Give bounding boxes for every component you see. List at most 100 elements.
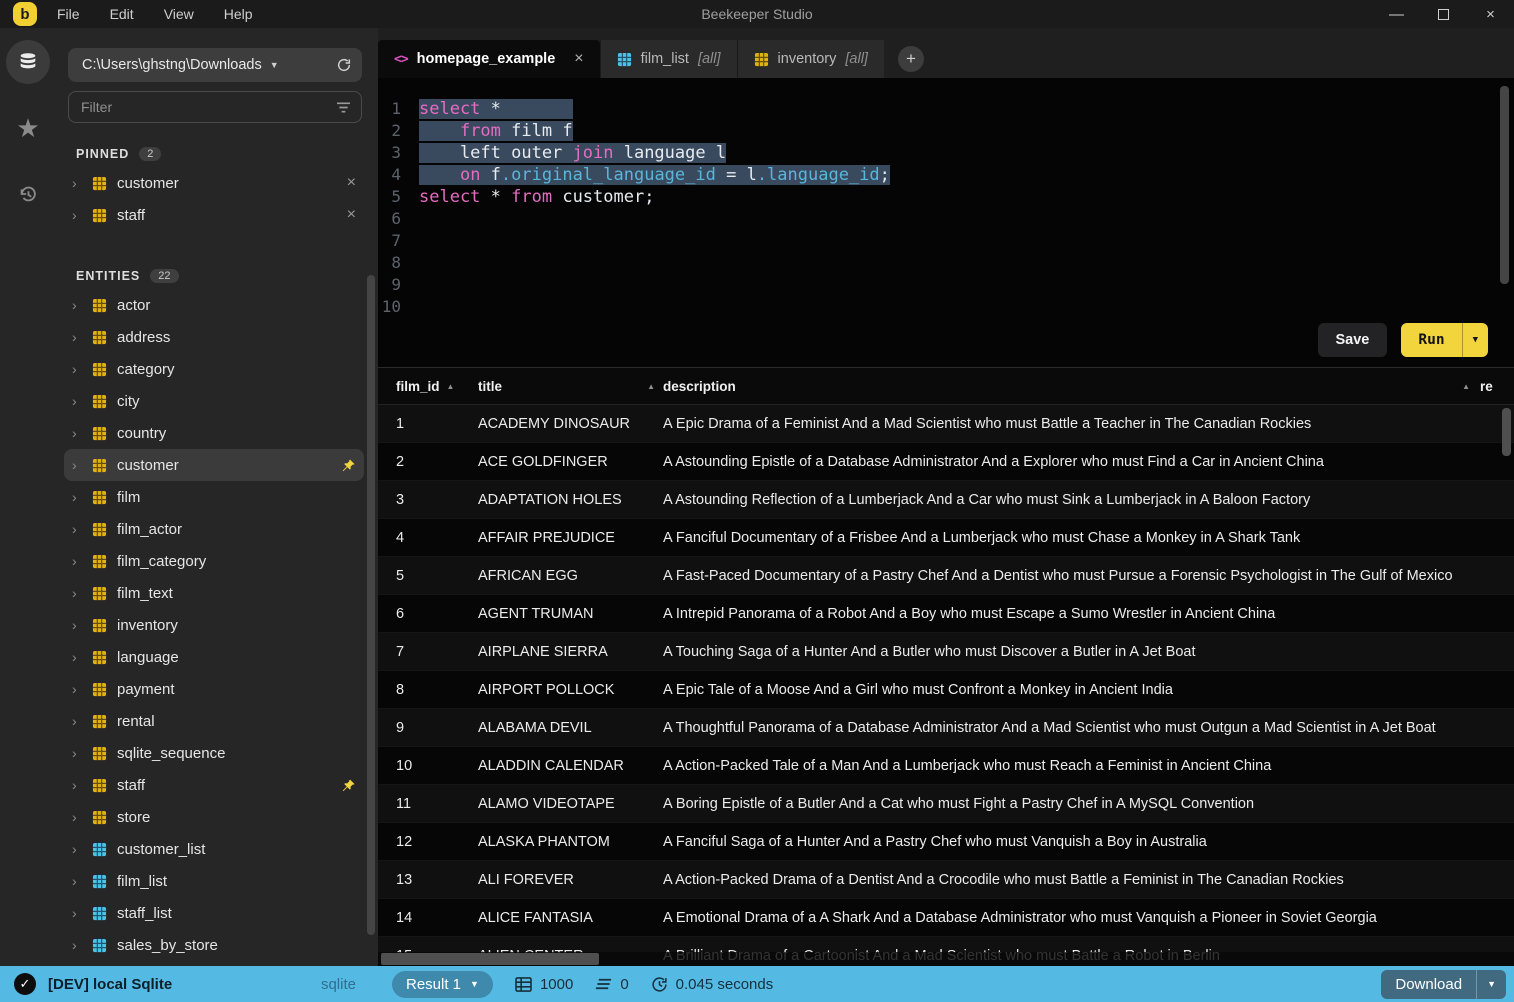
entity-item-country[interactable]: › country [64, 417, 364, 449]
entity-item-staff[interactable]: › staff [64, 769, 364, 801]
table-row[interactable]: 10 ALADDIN CALENDAR A Action-Packed Tale o… [378, 747, 1514, 785]
sort-asc-icon[interactable]: ▲ [447, 382, 455, 391]
pin-icon[interactable] [341, 458, 356, 473]
history-tab-button[interactable] [6, 172, 50, 216]
tab-close-icon[interactable]: × [574, 50, 583, 68]
expand-chevron-icon[interactable]: › [72, 809, 82, 825]
column-header-description[interactable]: description ▲ [663, 379, 1480, 394]
entity-item-customer[interactable]: › customer [64, 449, 364, 481]
entity-item-language[interactable]: › language [64, 641, 364, 673]
cell-title[interactable]: ACE GOLDFINGER [478, 454, 663, 470]
pinned-item-customer[interactable]: › customer × [64, 167, 364, 199]
expand-chevron-icon[interactable]: › [72, 873, 82, 889]
table-row[interactable]: 5 AFRICAN EGG A Fast-Paced Documentary of … [378, 557, 1514, 595]
cell-title[interactable]: ALABAMA DEVIL [478, 720, 663, 736]
cell-film-id[interactable]: 9 [378, 720, 478, 736]
download-options-caret-icon[interactable]: ▼ [1477, 970, 1506, 999]
menu-help[interactable]: Help [224, 6, 253, 22]
pin-icon[interactable] [341, 778, 356, 793]
table-row[interactable]: 3 ADAPTATION HOLES A Astounding Reflection… [378, 481, 1514, 519]
entity-item-category[interactable]: › category [64, 353, 364, 385]
table-row[interactable]: 1 ACADEMY DINOSAUR A Epic Drama of a Femin… [378, 405, 1514, 443]
cell-film-id[interactable]: 7 [378, 644, 478, 660]
table-row[interactable]: 6 AGENT TRUMAN A Intrepid Panorama of a Ro… [378, 595, 1514, 633]
cell-title[interactable]: ALI FOREVER [478, 872, 663, 888]
expand-chevron-icon[interactable]: › [72, 777, 82, 793]
expand-chevron-icon[interactable]: › [72, 521, 82, 537]
cell-film-id[interactable]: 8 [378, 682, 478, 698]
sort-asc-icon[interactable]: ▲ [1462, 382, 1470, 391]
sql-editor[interactable]: 1 2 3 4 5 6 7 8 9 10 select * from film f left ou… [378, 78, 1514, 368]
cell-title[interactable]: ALASKA PHANTOM [478, 834, 663, 850]
expand-chevron-icon[interactable]: › [72, 489, 82, 505]
table-row[interactable]: 8 AIRPORT POLLOCK A Epic Tale of a Moose A… [378, 671, 1514, 709]
entity-item-customer_list[interactable]: › customer_list [64, 833, 364, 865]
cell-title[interactable]: ALADDIN CALENDAR [478, 758, 663, 774]
cell-film-id[interactable]: 11 [378, 796, 478, 812]
maximize-icon[interactable] [1420, 0, 1467, 28]
entity-item-film_list[interactable]: › film_list [64, 865, 364, 897]
cell-description[interactable]: A Epic Tale of a Moose And a Girl who mu… [663, 682, 1480, 698]
favorites-tab-button[interactable]: ★ [6, 106, 50, 150]
column-header-overflow[interactable]: re [1480, 379, 1514, 394]
cell-description[interactable]: A Astounding Epistle of a Database Admin… [663, 454, 1480, 470]
table-row[interactable]: 9 ALABAMA DEVIL A Thoughtful Panorama of a… [378, 709, 1514, 747]
cell-film-id[interactable]: 10 [378, 758, 478, 774]
cell-film-id[interactable]: 4 [378, 530, 478, 546]
sort-asc-icon[interactable]: ▲ [647, 382, 655, 391]
connections-tab-button[interactable] [6, 40, 50, 84]
tab-inventory[interactable]: inventory [all] [736, 40, 884, 78]
table-row[interactable]: 4 AFFAIR PREJUDICE A Fanciful Documentary … [378, 519, 1514, 557]
results-vertical-scrollbar[interactable] [1502, 408, 1511, 456]
connection-dropdown[interactable]: C:\Users\ghstng\Downloads ▼ [68, 48, 362, 82]
cell-title[interactable]: ADAPTATION HOLES [478, 492, 663, 508]
entity-item-inventory[interactable]: › inventory [64, 609, 364, 641]
hscroll-thumb[interactable] [381, 953, 599, 965]
cell-title[interactable]: AGENT TRUMAN [478, 606, 663, 622]
expand-chevron-icon[interactable]: › [72, 329, 82, 345]
results-horizontal-scrollbar[interactable] [378, 952, 1514, 966]
result-selector[interactable]: Result 1 ▼ [392, 970, 493, 998]
expand-chevron-icon[interactable]: › [72, 617, 82, 633]
entity-item-staff_list[interactable]: › staff_list [64, 897, 364, 929]
expand-chevron-icon[interactable]: › [72, 585, 82, 601]
expand-chevron-icon[interactable]: › [72, 937, 82, 953]
cell-description[interactable]: A Fast-Paced Documentary of a Pastry Che… [663, 568, 1480, 584]
sidebar-scrollbar[interactable] [367, 275, 375, 935]
menu-file[interactable]: File [57, 6, 80, 22]
cell-description[interactable]: A Epic Drama of a Feminist And a Mad Sci… [663, 416, 1480, 432]
entity-item-rental[interactable]: › rental [64, 705, 364, 737]
cell-film-id[interactable]: 5 [378, 568, 478, 584]
expand-chevron-icon[interactable]: › [72, 681, 82, 697]
run-button[interactable]: Run ▼ [1401, 323, 1488, 357]
column-header-title[interactable]: title ▲ [478, 379, 663, 394]
entity-item-film_actor[interactable]: › film_actor [64, 513, 364, 545]
cell-description[interactable]: A Touching Saga of a Hunter And a Butler… [663, 644, 1480, 660]
minimize-icon[interactable]: — [1373, 0, 1420, 28]
expand-chevron-icon[interactable]: › [72, 457, 82, 473]
cell-title[interactable]: AFRICAN EGG [478, 568, 663, 584]
cell-film-id[interactable]: 2 [378, 454, 478, 470]
cell-title[interactable]: ACADEMY DINOSAUR [478, 416, 663, 432]
table-row[interactable]: 7 AIRPLANE SIERRA A Touching Saga of a Hun… [378, 633, 1514, 671]
expand-chevron-icon[interactable]: › [72, 649, 82, 665]
download-label[interactable]: Download [1381, 970, 1476, 999]
tab-film_list[interactable]: film_list [all] [599, 40, 737, 78]
table-row[interactable]: 12 ALASKA PHANTOM A Fanciful Saga of a Hun… [378, 823, 1514, 861]
refresh-button[interactable] [336, 57, 352, 73]
cell-description[interactable]: A Action-Packed Drama of a Dentist And a… [663, 872, 1480, 888]
expand-chevron-icon[interactable]: › [72, 713, 82, 729]
close-icon[interactable]: × [1467, 0, 1514, 28]
cell-film-id[interactable]: 6 [378, 606, 478, 622]
expand-chevron-icon[interactable]: › [72, 297, 82, 313]
download-button[interactable]: Download ▼ [1381, 969, 1506, 999]
table-row[interactable]: 14 ALICE FANTASIA A Emotional Drama of a A… [378, 899, 1514, 937]
entity-item-city[interactable]: › city [64, 385, 364, 417]
filter-input[interactable] [81, 99, 336, 115]
new-tab-button[interactable]: + [897, 46, 924, 72]
cell-description[interactable]: A Intrepid Panorama of a Robot And a Boy… [663, 606, 1480, 622]
expand-chevron-icon[interactable]: › [72, 207, 82, 223]
menu-edit[interactable]: Edit [110, 6, 134, 22]
cell-film-id[interactable]: 3 [378, 492, 478, 508]
expand-chevron-icon[interactable]: › [72, 553, 82, 569]
